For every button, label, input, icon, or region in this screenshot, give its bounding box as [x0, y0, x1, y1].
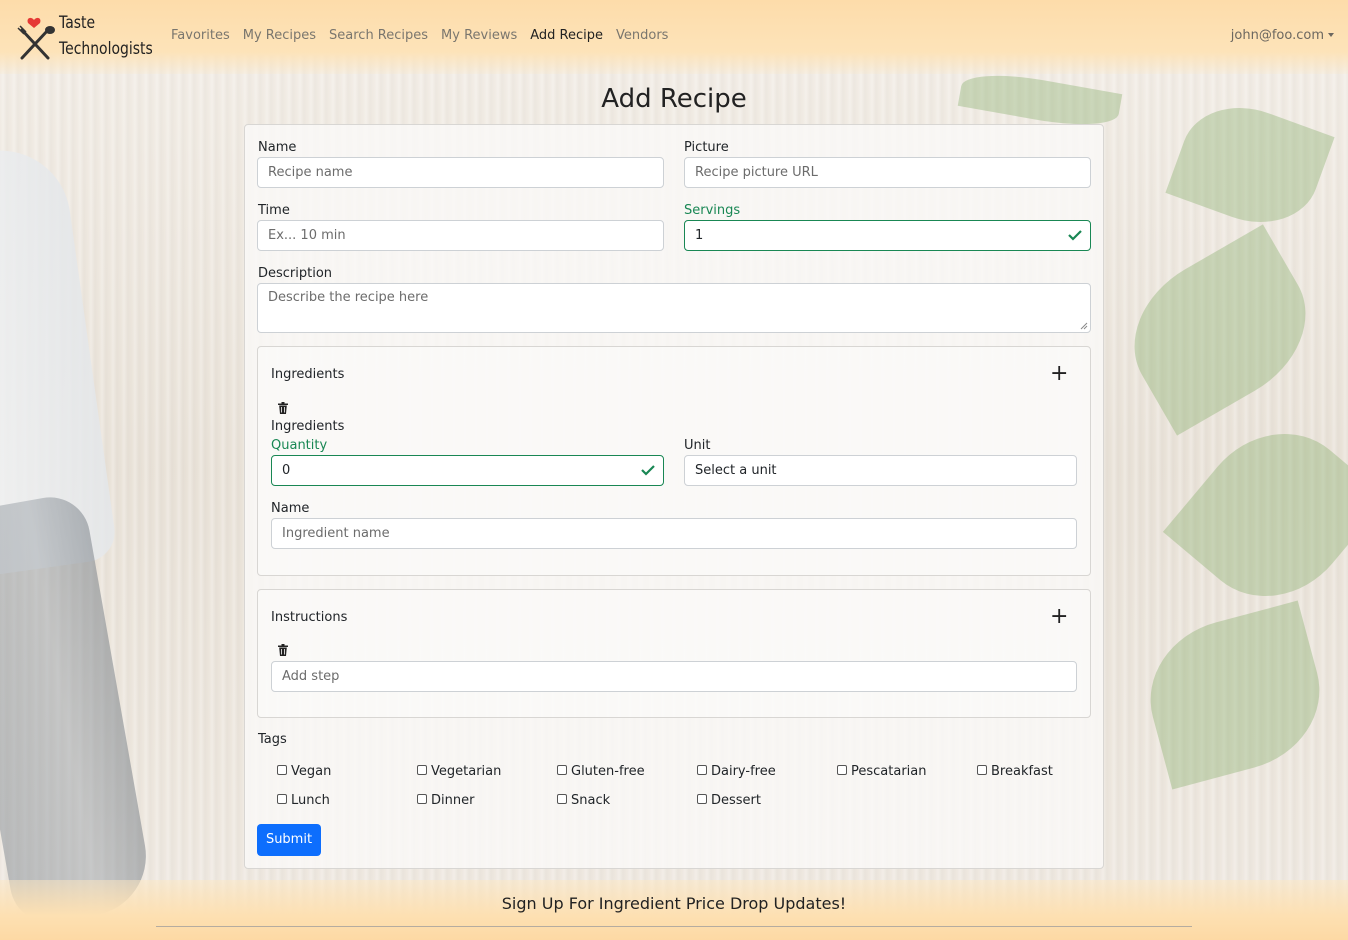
checkbox[interactable]: [277, 793, 287, 804]
brand-line-2: Technologists: [59, 39, 153, 59]
servings-value: 1: [695, 228, 704, 243]
checkbox[interactable]: [977, 764, 987, 775]
tag-gluten-free[interactable]: Gluten-free: [557, 764, 645, 779]
servings-input[interactable]: 1: [684, 220, 1091, 251]
unit-select[interactable]: Select a unit: [684, 455, 1077, 486]
tag-label: Vegan: [291, 764, 332, 779]
trash-icon[interactable]: [278, 402, 288, 414]
nav-item-my-reviews[interactable]: My Reviews: [441, 28, 517, 43]
description-label: Description: [258, 266, 333, 281]
add-recipe-form: Name Recipe name Picture Recipe picture …: [244, 124, 1104, 869]
tag-pescatarian[interactable]: Pescatarian: [837, 764, 927, 779]
checkbox[interactable]: [697, 764, 707, 775]
tags-label: Tags: [258, 732, 287, 747]
tag-dinner[interactable]: Dinner: [417, 793, 474, 808]
tag-label: Gluten-free: [571, 764, 645, 779]
step-input[interactable]: Add step: [271, 661, 1077, 692]
name-label: Name: [258, 140, 297, 155]
checkmark-icon: [1068, 230, 1082, 241]
tag-vegan[interactable]: Vegan: [277, 764, 331, 779]
tag-lunch[interactable]: Lunch: [277, 793, 330, 808]
footer: Sign Up For Ingredient Price Drop Update…: [0, 880, 1348, 940]
tag-breakfast[interactable]: Breakfast: [977, 764, 1053, 779]
tag-label: Snack: [571, 793, 611, 808]
description-placeholder: Describe the recipe here: [268, 290, 429, 305]
add-ingredient-plus-icon[interactable]: +: [1050, 363, 1068, 385]
checkmark-icon: [641, 465, 655, 476]
ingredient-item-heading: Ingredients: [271, 419, 345, 434]
trash-icon[interactable]: [278, 644, 288, 656]
tag-dessert[interactable]: Dessert: [697, 793, 761, 808]
recipe-name-input[interactable]: Recipe name: [257, 157, 664, 188]
brand-line-1: Taste: [59, 13, 96, 33]
checkbox[interactable]: [417, 764, 427, 775]
tag-label: Pescatarian: [851, 764, 927, 779]
checkbox[interactable]: [557, 764, 567, 775]
ingredients-section: Ingredients + Ingredients Quantity 0 Uni…: [257, 346, 1091, 576]
time-input[interactable]: Ex... 10 min: [257, 220, 664, 251]
nav-item-favorites[interactable]: Favorites: [171, 28, 230, 43]
submit-button[interactable]: Submit: [257, 824, 321, 856]
fork-spoon-heart-icon: [17, 17, 55, 60]
picture-url-input[interactable]: Recipe picture URL: [684, 157, 1091, 188]
nav-item-vendors[interactable]: Vendors: [616, 28, 668, 43]
nav-item-my-recipes[interactable]: My Recipes: [243, 28, 316, 43]
checkbox[interactable]: [697, 793, 707, 804]
nav-item-search-recipes[interactable]: Search Recipes: [329, 28, 428, 43]
tag-label: Dinner: [431, 793, 475, 808]
nav-item-add-recipe[interactable]: Add Recipe: [530, 28, 603, 43]
quantity-input[interactable]: 0: [271, 455, 664, 486]
brand-name: Taste Technologists: [59, 10, 153, 62]
tag-dairy-free[interactable]: Dairy-free: [697, 764, 776, 779]
footer-signup-text[interactable]: Sign Up For Ingredient Price Drop Update…: [0, 894, 1348, 913]
navbar: Taste Technologists Favorites My Recipes…: [0, 0, 1348, 74]
tag-label: Dairy-free: [711, 764, 776, 779]
nav-links: Favorites My Recipes Search Recipes My R…: [171, 28, 681, 43]
add-step-plus-icon[interactable]: +: [1050, 606, 1068, 628]
tag-snack[interactable]: Snack: [557, 793, 610, 808]
tag-label: Dessert: [711, 793, 761, 808]
unit-label: Unit: [684, 438, 711, 453]
checkbox[interactable]: [557, 793, 567, 804]
user-menu-dropdown[interactable]: john@foo.com: [1231, 28, 1334, 43]
footer-divider: [156, 926, 1192, 927]
brand[interactable]: Taste Technologists: [14, 10, 154, 66]
page-title: Add Recipe: [601, 84, 747, 114]
description-textarea[interactable]: Describe the recipe here: [257, 283, 1091, 333]
servings-label: Servings: [684, 203, 741, 218]
checkbox[interactable]: [277, 764, 287, 775]
ingredient-name-input[interactable]: Ingredient name: [271, 518, 1077, 549]
quantity-label: Quantity: [271, 438, 328, 453]
resize-grip-icon[interactable]: [1080, 322, 1088, 330]
time-label: Time: [258, 203, 290, 218]
picture-label: Picture: [684, 140, 729, 155]
instructions-section: Instructions + Add step: [257, 589, 1091, 718]
user-email: john@foo.com: [1230, 28, 1324, 43]
caret-down-icon: [1328, 33, 1334, 37]
tag-vegetarian[interactable]: Vegetarian: [417, 764, 501, 779]
checkbox[interactable]: [837, 764, 847, 775]
instructions-heading: Instructions: [271, 610, 348, 625]
checkbox[interactable]: [417, 793, 427, 804]
tag-label: Vegetarian: [431, 764, 502, 779]
quantity-value: 0: [282, 463, 291, 478]
tag-label: Lunch: [291, 793, 330, 808]
tag-label: Breakfast: [991, 764, 1053, 779]
ingredient-name-label: Name: [271, 501, 310, 516]
ingredients-heading: Ingredients: [271, 367, 345, 382]
